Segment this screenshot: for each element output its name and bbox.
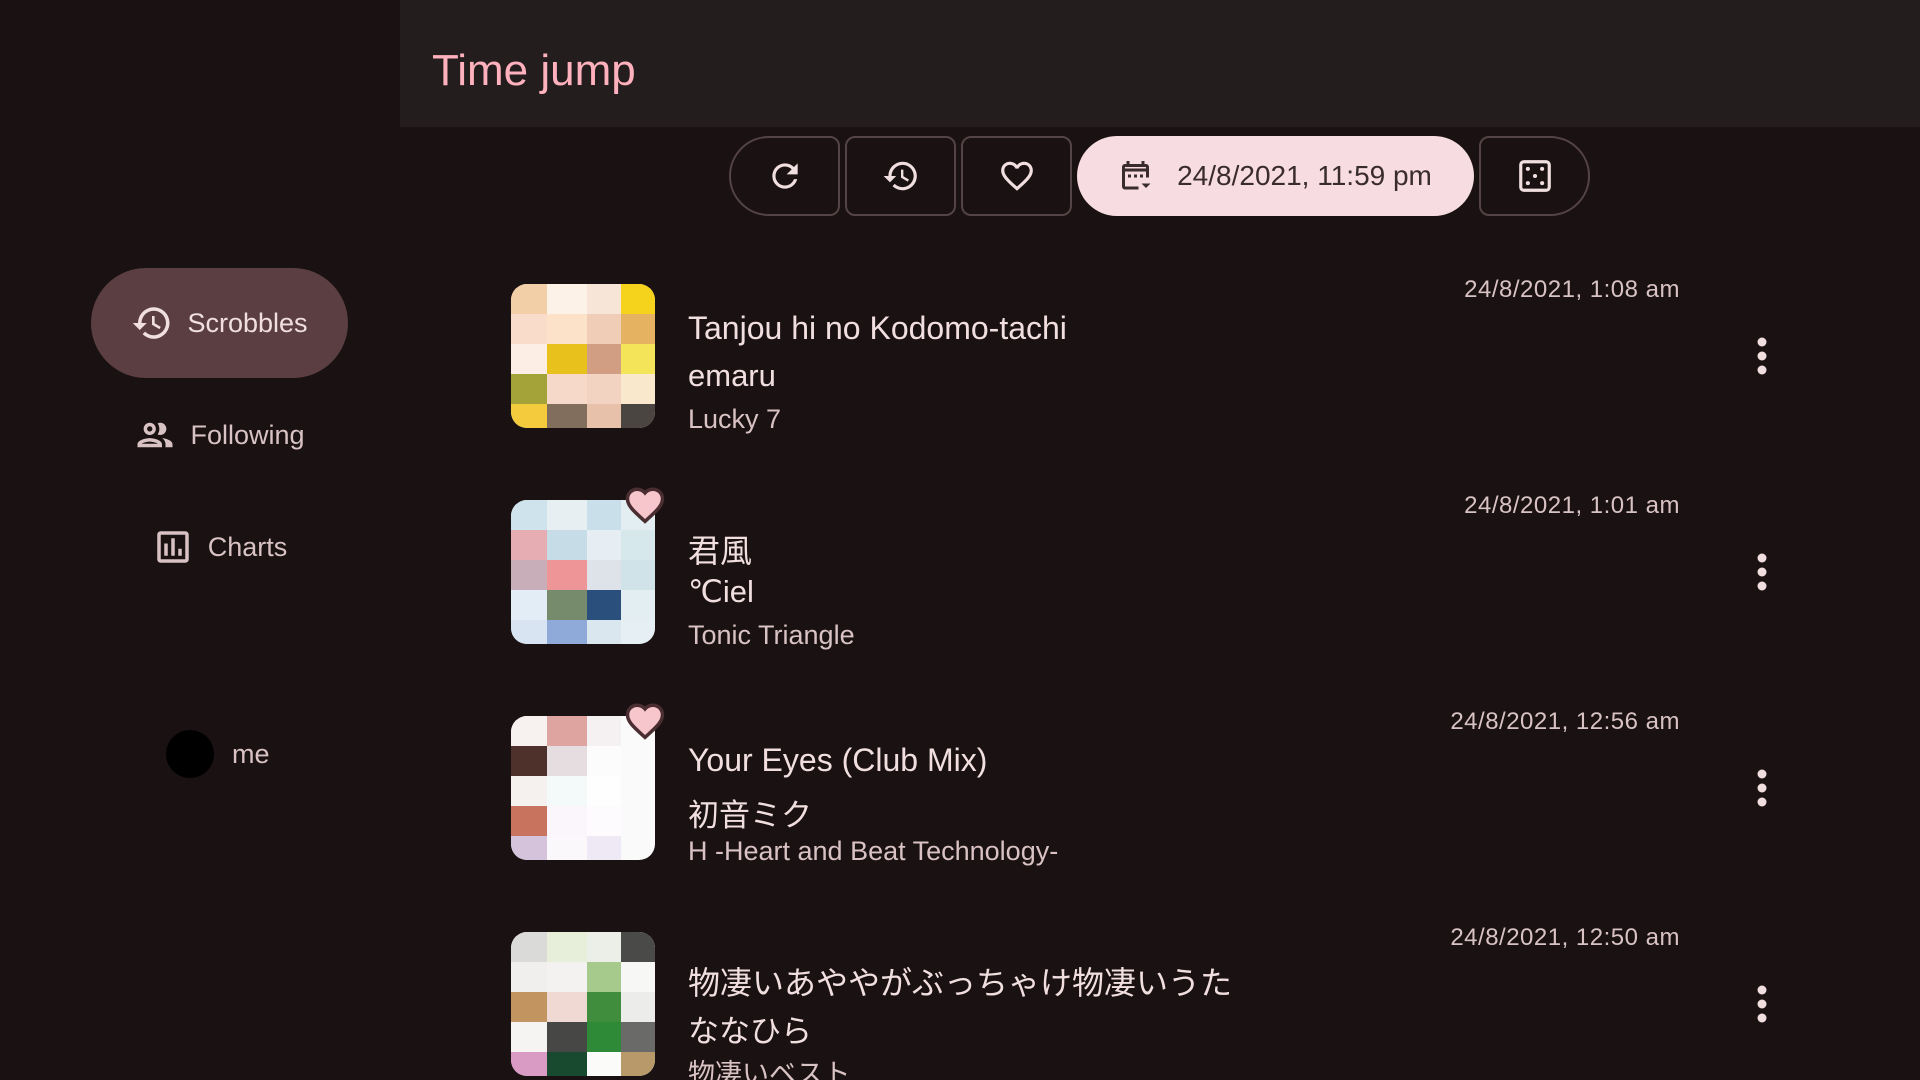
track-album: Tonic Triangle xyxy=(688,620,855,650)
page-title: Time jump xyxy=(432,46,636,95)
nav-item-profile[interactable]: me xyxy=(166,730,270,778)
more-vert-icon xyxy=(1757,337,1767,375)
people-icon xyxy=(137,422,173,448)
album-art xyxy=(511,932,655,1076)
history-icon xyxy=(883,161,917,191)
top-app-bar: Time jump xyxy=(400,0,1920,127)
random-button[interactable] xyxy=(1479,136,1590,216)
profile-label: me xyxy=(232,738,270,769)
track-album: 物凄いベスト xyxy=(688,1059,851,1080)
app-window: Scrobbles Following Charts me Time jump xyxy=(0,0,1920,1080)
scrobble-time: 24/8/2021, 1:08 am xyxy=(1464,276,1680,303)
nav-item-label: Charts xyxy=(207,531,288,562)
track-artist: emaru xyxy=(688,358,776,393)
loved-heart-icon xyxy=(625,703,665,740)
track-artist: ℃iel xyxy=(688,574,754,609)
album-art-image xyxy=(511,932,655,1076)
list-item[interactable]: Tanjou hi no Kodomo-tachi emaru Lucky 7 … xyxy=(511,266,1811,482)
track-artist: 初音ミク xyxy=(688,798,812,833)
nav-item-label: Following xyxy=(190,419,305,450)
refresh-icon xyxy=(771,163,798,189)
recents-button[interactable] xyxy=(845,136,956,216)
track-album: H -Heart and Beat Technology- xyxy=(688,836,1059,866)
chart-icon xyxy=(156,531,189,563)
nav-item-charts[interactable]: Charts xyxy=(91,492,348,602)
list-item[interactable]: 物凄いあややがぶっちゃけ物凄いうた ななひら 物凄いベスト 24/8/2021,… xyxy=(511,914,1811,1080)
track-artist: ななひら xyxy=(688,1014,812,1049)
more-options-button[interactable] xyxy=(1742,552,1782,592)
refresh-button[interactable] xyxy=(729,136,840,216)
track-title: Tanjou hi no Kodomo-tachi xyxy=(688,310,1067,346)
dice-icon xyxy=(1518,160,1551,192)
album-art-image xyxy=(511,284,655,428)
more-options-button[interactable] xyxy=(1742,984,1782,1024)
scrobbles-list: Tanjou hi no Kodomo-tachi emaru Lucky 7 … xyxy=(511,266,1811,1080)
scrobbles-toolbar: 24/8/2021, 11:59 pm xyxy=(729,136,1590,216)
list-item[interactable]: Your Eyes (Club Mix) 初音ミク H -Heart and B… xyxy=(511,698,1811,914)
track-title: 物凄いあややがぶっちゃけ物凄いうた xyxy=(688,965,1233,1001)
loved-button[interactable] xyxy=(961,136,1072,216)
loved-heart-icon xyxy=(625,487,665,524)
list-item[interactable]: 君風 ℃iel Tonic Triangle 24/8/2021, 1:01 a… xyxy=(511,482,1811,698)
more-vert-icon xyxy=(1757,553,1767,591)
navigation-rail: Scrobbles Following Charts me xyxy=(0,0,400,1080)
track-album: Lucky 7 xyxy=(688,404,782,434)
nav-item-scrobbles[interactable]: Scrobbles xyxy=(91,268,348,378)
track-title: Your Eyes (Club Mix) xyxy=(688,742,988,778)
scrobble-time: 24/8/2021, 12:56 am xyxy=(1450,708,1680,735)
more-options-button[interactable] xyxy=(1742,768,1782,808)
calendar-dropdown-icon xyxy=(1122,161,1151,190)
scrobble-time: 24/8/2021, 12:50 am xyxy=(1450,924,1680,951)
nav-item-following[interactable]: Following xyxy=(91,380,348,490)
heart-icon xyxy=(1000,161,1033,191)
album-art xyxy=(511,284,655,428)
history-icon xyxy=(133,307,170,339)
more-vert-icon xyxy=(1757,985,1767,1023)
avatar xyxy=(166,730,214,778)
track-title: 君風 xyxy=(688,533,753,569)
more-options-button[interactable] xyxy=(1742,336,1782,376)
date-label: 24/8/2021, 11:59 pm xyxy=(1177,160,1432,191)
time-jump-date-button[interactable]: 24/8/2021, 11:59 pm xyxy=(1077,136,1474,216)
more-vert-icon xyxy=(1757,769,1767,807)
scrobble-time: 24/8/2021, 1:01 am xyxy=(1464,492,1680,519)
nav-item-label: Scrobbles xyxy=(187,307,308,338)
